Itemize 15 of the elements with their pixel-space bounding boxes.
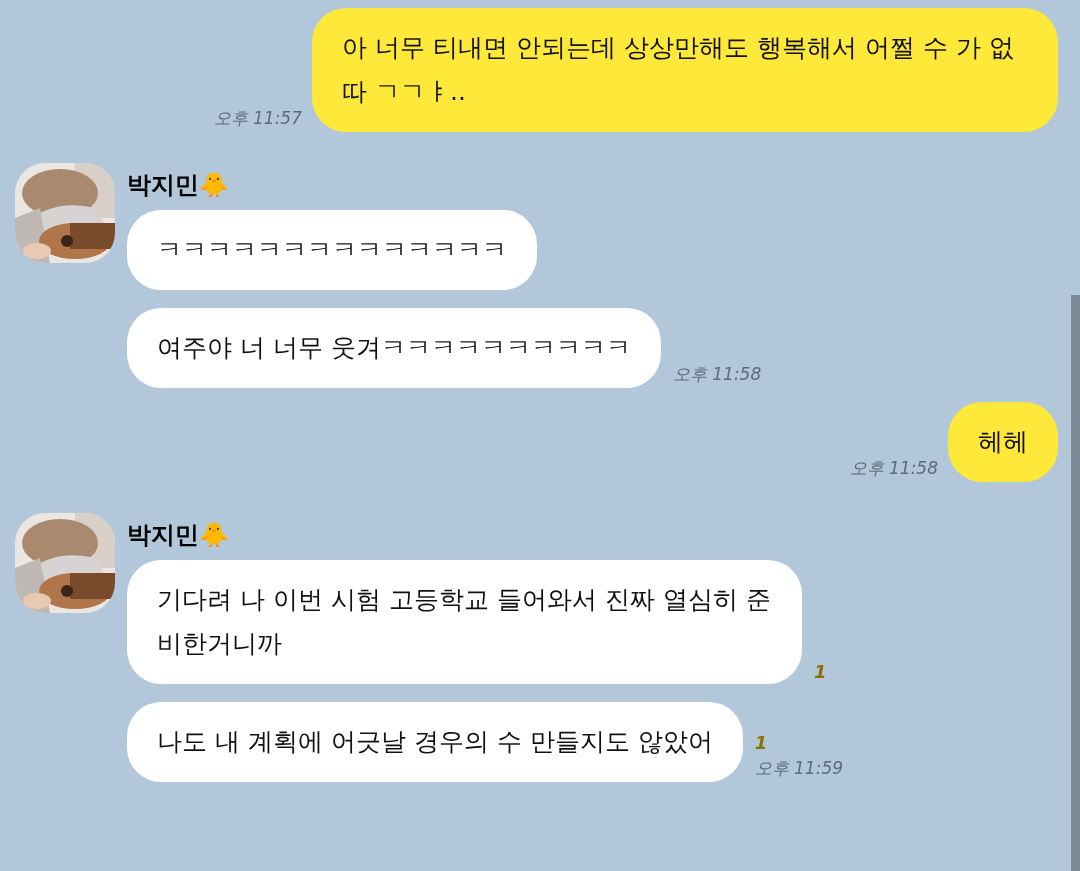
received-message-bubble: ㅋㅋㅋㅋㅋㅋㅋㅋㅋㅋㅋㅋㅋㅋ xyxy=(127,210,537,290)
received-message-bubble: 여주야 너 너무 웃겨ㅋㅋㅋㅋㅋㅋㅋㅋㅋㅋ xyxy=(127,308,661,388)
unread-count: 1 xyxy=(754,732,768,753)
sender-name: 박지민🐥 xyxy=(127,170,229,200)
scroll-bar[interactable] xyxy=(1071,295,1080,871)
sent-message-bubble: 헤헤 xyxy=(948,402,1058,482)
message-time: 오후 11:58 xyxy=(672,363,762,386)
sender-name: 박지민🐥 xyxy=(127,520,229,550)
message-time: 오후 11:59 xyxy=(754,757,844,780)
unread-count: 1 xyxy=(814,661,827,682)
received-message-bubble: 나도 내 계획에 어긋날 경우의 수 만들지도 않았어 xyxy=(127,702,743,782)
message-time: 오후 11:57 xyxy=(213,107,302,130)
sent-message-bubble: 아 너무 티내면 안되는데 상상만해도 행복해서 어쩔 수 가 없따 ㄱㄱㅑ.. xyxy=(312,8,1058,132)
message-time: 오후 11:58 xyxy=(849,457,938,480)
received-message-bubble: 기다려 나 이번 시험 고등학교 들어와서 진짜 열심히 준비한거니까 xyxy=(127,560,802,684)
